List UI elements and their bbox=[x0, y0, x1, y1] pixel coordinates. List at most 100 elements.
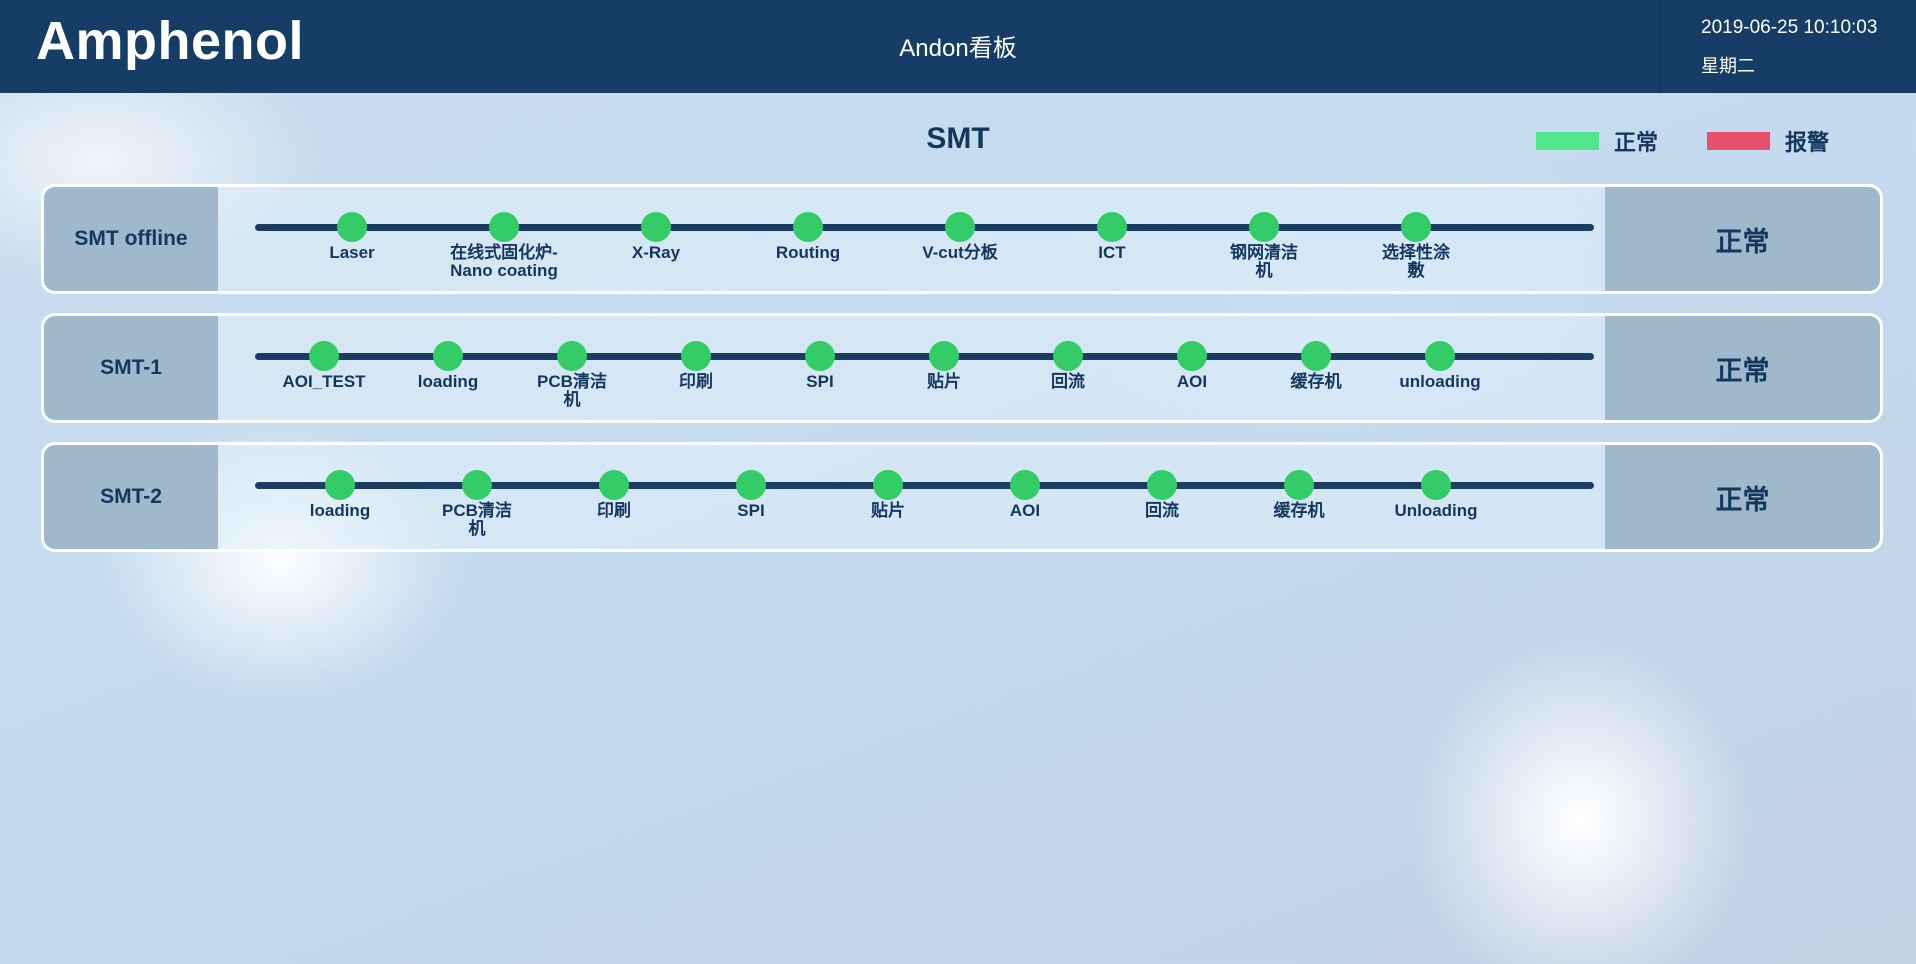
station-status-dot bbox=[1097, 212, 1127, 242]
station-status-dot bbox=[599, 470, 629, 500]
station-name: PCB清洁机 bbox=[537, 372, 607, 409]
station-name: Laser bbox=[329, 243, 375, 262]
station-node[interactable]: 钢网清洁机 bbox=[1204, 212, 1324, 280]
station-name: 印刷 bbox=[679, 372, 713, 391]
station-status-dot bbox=[1010, 470, 1040, 500]
station-status-dot bbox=[1147, 470, 1177, 500]
station-name: SPI bbox=[806, 372, 834, 391]
station-node[interactable]: AOI_TEST bbox=[264, 341, 384, 391]
station-name: loading bbox=[309, 501, 371, 520]
clock-panel: 2019-06-25 10:10:03 星期二 bbox=[1660, 0, 1916, 93]
station-status-dot bbox=[1053, 341, 1083, 371]
line-panel-smt-offline[interactable]: SMT offline Laser 在线式固化炉-Nano coating X-Ra… bbox=[41, 184, 1883, 294]
station-name: 贴片 bbox=[871, 501, 905, 520]
station-name: 缓存机 bbox=[1290, 372, 1342, 391]
line-name: SMT offline bbox=[44, 187, 218, 291]
current-weekday: 星期二 bbox=[1701, 56, 1755, 76]
station-node[interactable]: 贴片 bbox=[884, 341, 1004, 391]
station-name: loading bbox=[417, 372, 479, 391]
station-status-dot bbox=[1301, 341, 1331, 371]
station-node[interactable]: 回流 bbox=[1008, 341, 1128, 391]
station-status-dot bbox=[641, 212, 671, 242]
board-title: Andon看板 bbox=[899, 35, 1017, 62]
station-status-dot bbox=[1284, 470, 1314, 500]
station-status-dot bbox=[337, 212, 367, 242]
station-status-dot bbox=[1401, 212, 1431, 242]
station-status-dot bbox=[325, 470, 355, 500]
station-name: unloading bbox=[1399, 372, 1481, 391]
station-node[interactable]: 选择性涂敷 bbox=[1356, 212, 1476, 280]
station-status-dot bbox=[945, 212, 975, 242]
station-name: AOI_TEST bbox=[282, 372, 366, 391]
line-status: 正常 bbox=[1605, 187, 1880, 291]
station-status-dot bbox=[929, 341, 959, 371]
station-name: V-cut分板 bbox=[922, 243, 998, 262]
station-node[interactable]: PCB清洁机 bbox=[512, 341, 632, 409]
station-status-dot bbox=[433, 341, 463, 371]
station-node[interactable]: SPI bbox=[760, 341, 880, 391]
station-node[interactable]: V-cut分板 bbox=[900, 212, 1020, 262]
station-name: AOI bbox=[1009, 501, 1041, 520]
station-node[interactable]: 印刷 bbox=[636, 341, 756, 391]
station-node[interactable]: 印刷 bbox=[554, 470, 674, 520]
current-datetime: 2019-06-25 10:10:03 bbox=[1701, 17, 1878, 38]
line-status: 正常 bbox=[1605, 445, 1880, 549]
station-name: X-Ray bbox=[631, 243, 681, 262]
station-node[interactable]: SPI bbox=[691, 470, 811, 520]
station-status-dot bbox=[681, 341, 711, 371]
station-node[interactable]: 缓存机 bbox=[1256, 341, 1376, 391]
station-node[interactable]: ICT bbox=[1052, 212, 1172, 262]
station-node[interactable]: AOI bbox=[965, 470, 1085, 520]
station-status-dot bbox=[462, 470, 492, 500]
station-node[interactable]: X-Ray bbox=[596, 212, 716, 262]
station-node[interactable]: 缓存机 bbox=[1239, 470, 1359, 520]
station-name: 回流 bbox=[1051, 372, 1085, 391]
station-status-dot bbox=[873, 470, 903, 500]
legend-normal-swatch bbox=[1536, 132, 1599, 150]
station-name: 在线式固化炉-Nano coating bbox=[450, 243, 558, 280]
line-name: SMT-2 bbox=[44, 445, 218, 549]
legend-alarm-label: 报警 bbox=[1785, 130, 1830, 155]
station-status-dot bbox=[557, 341, 587, 371]
station-node[interactable]: Laser bbox=[292, 212, 412, 262]
station-status-dot bbox=[489, 212, 519, 242]
legend-alarm-swatch bbox=[1707, 132, 1770, 150]
station-status-dot bbox=[1425, 341, 1455, 371]
legend-normal-label: 正常 bbox=[1614, 130, 1659, 155]
station-name: SPI bbox=[737, 501, 765, 520]
station-node[interactable]: PCB清洁机 bbox=[417, 470, 537, 538]
station-name: PCB清洁机 bbox=[442, 501, 512, 538]
station-name: Routing bbox=[775, 243, 841, 262]
top-bar: Amphenol Andon看板 2019-06-25 10:10:03 星期二 bbox=[0, 0, 1916, 93]
station-node[interactable]: loading bbox=[388, 341, 508, 391]
station-node[interactable]: loading bbox=[280, 470, 400, 520]
station-node[interactable]: 回流 bbox=[1102, 470, 1222, 520]
station-node[interactable]: unloading bbox=[1380, 341, 1500, 391]
legend-alarm: 报警 bbox=[1707, 126, 1829, 156]
station-node[interactable]: Routing bbox=[748, 212, 868, 262]
station-status-dot bbox=[793, 212, 823, 242]
station-status-dot bbox=[309, 341, 339, 371]
station-name: AOI bbox=[1176, 372, 1208, 391]
station-node[interactable]: Unloading bbox=[1376, 470, 1496, 520]
station-name: ICT bbox=[1098, 243, 1126, 262]
line-status: 正常 bbox=[1605, 316, 1880, 420]
station-status-dot bbox=[1249, 212, 1279, 242]
legend-normal: 正常 bbox=[1536, 126, 1658, 156]
line-panel-smt-2[interactable]: SMT-2 loading PCB清洁机 印刷 SPI 贴片 AOI 回流 缓存机 Unload… bbox=[41, 442, 1883, 552]
station-name: Unloading bbox=[1394, 501, 1478, 520]
station-name: 贴片 bbox=[927, 372, 961, 391]
station-status-dot bbox=[736, 470, 766, 500]
line-name: SMT-1 bbox=[44, 316, 218, 420]
station-name: 选择性涂敷 bbox=[1382, 243, 1450, 280]
station-name: 回流 bbox=[1145, 501, 1179, 520]
station-status-dot bbox=[1421, 470, 1451, 500]
station-name: 缓存机 bbox=[1273, 501, 1325, 520]
line-panel-smt-1[interactable]: SMT-1 AOI_TEST loading PCB清洁机 印刷 SPI 贴片 回流 AOI 缓… bbox=[41, 313, 1883, 423]
station-node[interactable]: AOI bbox=[1132, 341, 1252, 391]
station-node[interactable]: 贴片 bbox=[828, 470, 948, 520]
station-status-dot bbox=[805, 341, 835, 371]
station-status-dot bbox=[1177, 341, 1207, 371]
station-node[interactable]: 在线式固化炉-Nano coating bbox=[444, 212, 564, 280]
station-name: 钢网清洁机 bbox=[1230, 243, 1298, 280]
